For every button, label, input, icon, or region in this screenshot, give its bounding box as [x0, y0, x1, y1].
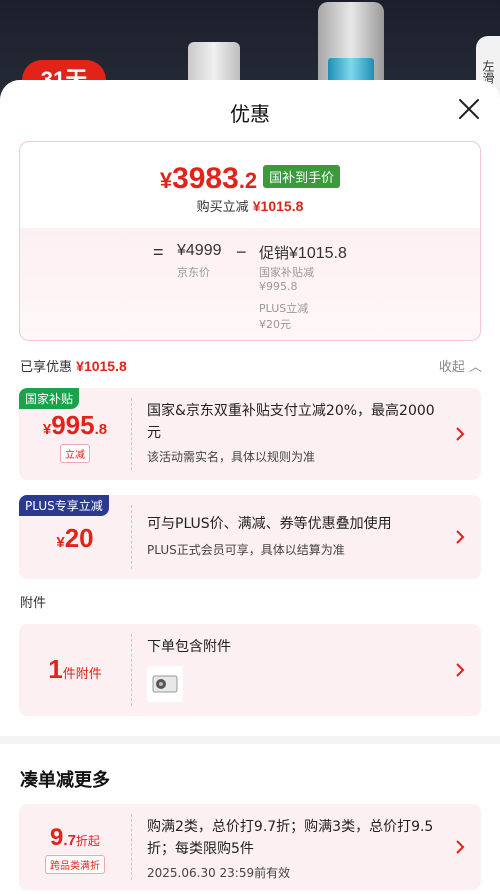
offer-tag: 立减 [60, 444, 90, 463]
plus-discount-label: PLUS立减 [259, 302, 309, 315]
national-subsidy-amount: ¥995.8 [259, 280, 298, 293]
close-icon[interactable] [458, 98, 480, 120]
offer-amount-block: ¥20 [19, 495, 131, 579]
equals-sign: = [153, 242, 164, 262]
minus-sign: − [236, 242, 247, 262]
accessory-section-label: 附件 [20, 592, 482, 612]
promo-amount: ¥1015.8 [289, 245, 347, 262]
sheet-header: 优惠 [0, 80, 500, 140]
discount-decimal: .7 [63, 832, 76, 849]
discount-unit: 折起 [75, 834, 100, 848]
combine-title: 凑单减更多 [20, 770, 110, 791]
chevron-right-icon [456, 663, 465, 677]
plus-discount-amount: ¥20元 [259, 318, 291, 331]
offer-national-subsidy[interactable]: 国家补贴 ¥995.8 立减 国家&京东双重补贴支付立减20%，最高2000元 … [19, 388, 481, 480]
discount-block: 9.7折起 跨品类满折 [19, 804, 131, 890]
promo-label: 促销 [259, 244, 290, 262]
promo-total: 促销¥1015.8 [259, 242, 347, 263]
chevron-right-icon [456, 427, 465, 441]
sheet-top-panel: 优惠 ¥3983.2 国补到手价 购买立减 ¥1015.8 = ¥4999 京东价… [0, 80, 500, 736]
price-breakdown-card: ¥3983.2 国补到手价 购买立减 ¥1015.8 = ¥4999 京东价 − … [19, 141, 481, 341]
offer-currency: ¥ [42, 421, 52, 438]
offer-amount-integer: 20 [64, 523, 94, 553]
accessory-card[interactable]: 1件附件 下单包含附件 [19, 624, 481, 716]
offer-currency: ¥ [56, 534, 65, 551]
combine-order-section: 凑单减更多 9.7折起 跨品类满折 购满2类，总价打9.7折；购满3类，总价打9… [0, 744, 500, 894]
offer-description: 可与PLUS价、满减、券等优惠叠加使用 [147, 516, 392, 532]
subsidy-price-badge: 国补到手价 [263, 165, 341, 188]
saving-label: 购买立减 [196, 200, 249, 215]
final-price-integer: 3983 [172, 162, 239, 195]
combine-expiry: 2025.06.30 23:59前有效 [147, 866, 291, 880]
collapse-button[interactable]: 收起 ︿ [439, 356, 482, 375]
jd-price: ¥4999 [177, 242, 222, 259]
enjoyed-discounts-header: 已享优惠 ¥1015.8 收起 ︿ [20, 356, 482, 376]
ac-unit-icon [152, 675, 178, 693]
accessory-thumbnail [147, 666, 183, 702]
offer-note: 该活动需实名，具体以规则为准 [147, 450, 316, 464]
offer-note: PLUS正式会员可享，具体以结算为准 [147, 543, 345, 557]
accessory-count-unit: 件附件 [62, 667, 102, 682]
enjoyed-amount: ¥1015.8 [76, 358, 127, 374]
chevron-right-icon [456, 530, 465, 544]
saving-amount: ¥1015.8 [252, 198, 304, 214]
jd-price-label: 京东价 [177, 266, 210, 279]
accessory-description: 下单包含附件 [147, 639, 231, 655]
saving-line: 购买立减 ¥1015.8 [20, 196, 480, 215]
combine-description: 购满2类，总价打9.7折；购满3类，总价打9.5折；每类限购5件 [147, 819, 434, 857]
offer-amount-decimal: .8 [94, 421, 108, 438]
enjoyed-label: 已享优惠 [20, 360, 73, 375]
sheet-title: 优惠 [230, 102, 270, 126]
cross-category-tag: 跨品类满折 [45, 855, 105, 874]
offer-plus-discount[interactable]: PLUS专享立减 ¥20 可与PLUS价、满减、券等优惠叠加使用 PLUS正式会… [19, 495, 481, 579]
cross-category-offer[interactable]: 9.7折起 跨品类满折 购满2类，总价打9.7折；购满3类，总价打9.5折；每类… [19, 804, 481, 890]
accessory-count: 1 [48, 654, 63, 684]
final-price-decimal: .2 [238, 168, 258, 193]
accessory-label: 附件 [20, 596, 47, 611]
offer-amount-block: ¥995.8 立减 [19, 388, 131, 480]
discount-sheet: 优惠 ¥3983.2 国补到手价 购买立减 ¥1015.8 = ¥4999 京东价… [0, 80, 500, 894]
accessory-count-block: 1件附件 [19, 624, 131, 716]
currency-symbol: ¥ [159, 168, 173, 193]
discount-integer: 9 [50, 824, 64, 851]
offer-amount-integer: 995 [51, 410, 95, 440]
chevron-right-icon [456, 840, 465, 854]
national-subsidy-label: 国家补贴减 [259, 266, 314, 279]
offer-description: 国家&京东双重补贴支付立减20%，最高2000元 [147, 403, 435, 441]
final-price: ¥3983.2 国补到手价 [20, 162, 480, 196]
